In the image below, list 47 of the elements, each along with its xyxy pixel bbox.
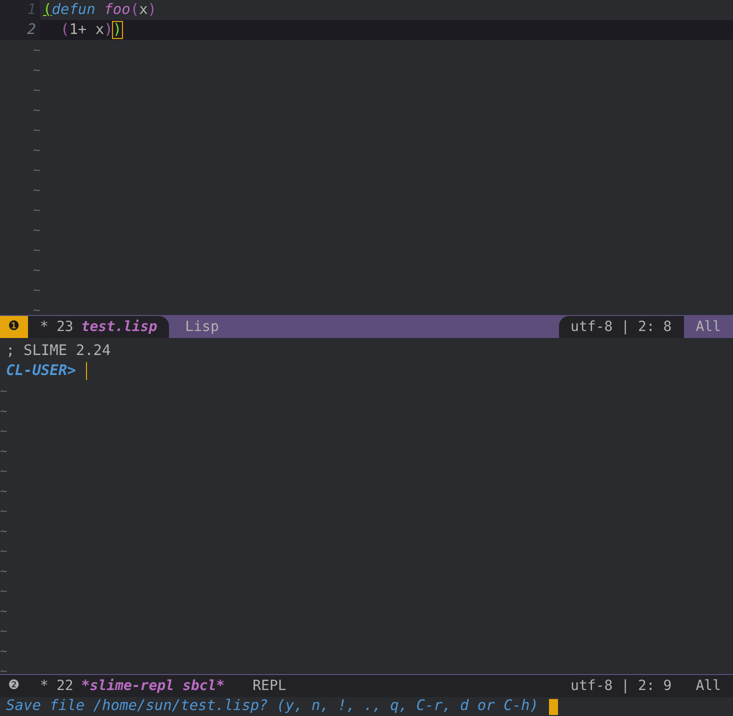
empty-line-marker: ~ xyxy=(33,183,40,197)
empty-line-marker: ~ xyxy=(0,584,8,598)
major-mode: Lisp xyxy=(184,318,220,336)
empty-line-marker: ~ xyxy=(0,404,8,418)
empty-line-marker: ~ xyxy=(33,303,40,315)
empty-line-marker: ~ xyxy=(0,484,8,498)
buffer-name: *slime-repl sbcl* xyxy=(81,676,225,696)
buffer-position: All xyxy=(694,318,722,336)
modified-indicator: * xyxy=(40,318,48,336)
buffer-size: 23 xyxy=(56,318,74,336)
empty-line-marker: ~ xyxy=(0,424,8,438)
empty-line-marker: ~ xyxy=(33,83,40,97)
window-number: ❶ xyxy=(0,316,28,338)
empty-line-marker: ~ xyxy=(33,123,40,137)
empty-line-marker: ~ xyxy=(0,624,8,638)
buffer-position: All xyxy=(694,676,722,696)
banner-text: ; SLIME 2.24 xyxy=(6,343,111,359)
empty-line-marker: ~ xyxy=(33,263,40,277)
empty-line-marker: ~ xyxy=(0,464,8,478)
empty-line-marker: ~ xyxy=(0,504,8,518)
empty-line-marker: ~ xyxy=(0,564,8,578)
empty-line-marker: ~ xyxy=(33,283,40,297)
empty-line-marker: ~ xyxy=(0,384,8,398)
empty-line-marker: ~ xyxy=(0,664,8,674)
empty-line-marker: ~ xyxy=(0,524,8,538)
empty-line-marker: ~ xyxy=(33,63,40,77)
repl-prompt: CL-USER> xyxy=(6,362,76,381)
empty-line-marker: ~ xyxy=(33,43,40,57)
empty-line-marker: ~ xyxy=(0,544,8,558)
empty-line-marker: ~ xyxy=(0,604,8,618)
buffer-size: 22 xyxy=(56,676,74,696)
empty-line-marker: ~ xyxy=(0,444,8,458)
empty-line-marker: ~ xyxy=(33,243,40,257)
empty-line-marker: ~ xyxy=(0,644,8,658)
empty-line-marker: ~ xyxy=(33,103,40,117)
empty-line-marker: ~ xyxy=(33,203,40,217)
empty-line-marker: ~ xyxy=(33,163,40,177)
line-number: 2 xyxy=(0,20,40,40)
encoding-position: utf-8 | 2: 8 xyxy=(558,316,684,338)
empty-line-marker: ~ xyxy=(33,143,40,157)
minibuffer-prompt: Save file /home/sun/test.lisp? (y, n, !, ., q, C-r, d or C-h) xyxy=(6,696,539,716)
major-mode: REPL xyxy=(252,676,288,696)
block-cursor xyxy=(548,698,558,714)
text-cursor xyxy=(86,362,87,380)
buffer-name: test.lisp xyxy=(81,318,158,336)
modified-indicator: * xyxy=(40,676,48,696)
empty-line-marker: ~ xyxy=(33,223,40,237)
